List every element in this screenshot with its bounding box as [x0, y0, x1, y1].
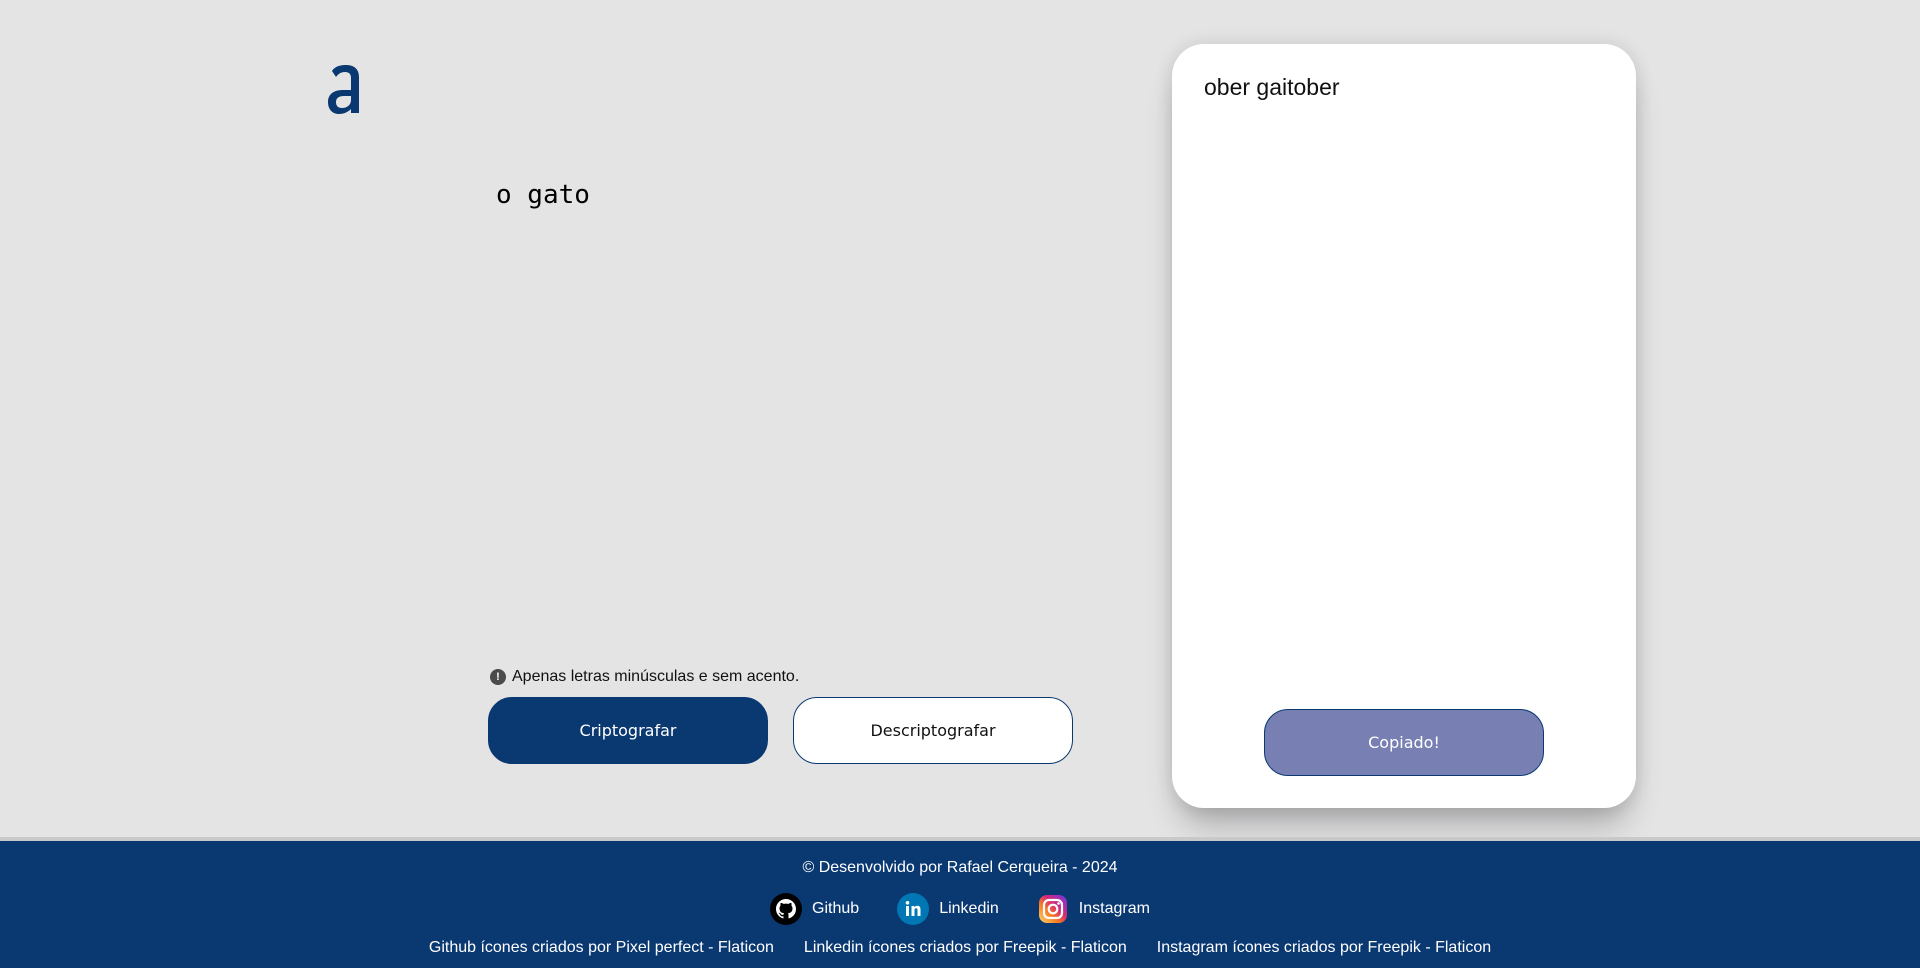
icon-attributions: Github ícones criados por Pixel perfect … [0, 939, 1920, 957]
decrypt-button[interactable]: Descriptografar [793, 697, 1073, 764]
github-icon [770, 893, 803, 925]
logo-a-icon [328, 65, 359, 114]
copy-button[interactable]: Copiado! [1264, 709, 1544, 776]
github-label: Github [812, 900, 860, 917]
output-text: ober gaitober [1204, 74, 1340, 100]
linkedin-attribution-link[interactable]: Linkedin ícones criados por Freepik - Fl… [804, 939, 1127, 957]
footer: © Desenvolvido por Rafael Cerqueira - 20… [0, 837, 1920, 968]
social-links: Github Linkedin Instagram [0, 893, 1920, 925]
input-hint: ! Apenas letras minúsculas e sem acento. [490, 668, 799, 686]
encrypt-button-label: Criptografar [579, 721, 677, 740]
info-icon: ! [490, 669, 506, 685]
github-attribution-link[interactable]: Github ícones criados por Pixel perfect … [429, 939, 774, 957]
linkedin-label: Linkedin [939, 900, 999, 917]
github-link[interactable]: Github [770, 893, 859, 925]
output-card: ober gaitober Copiado! [1172, 44, 1636, 808]
linkedin-link[interactable]: Linkedin [897, 893, 999, 925]
encrypt-button[interactable]: Criptografar [488, 697, 768, 764]
decrypt-button-label: Descriptografar [870, 721, 996, 740]
instagram-label: Instagram [1078, 900, 1150, 917]
hint-text: Apenas letras minúsculas e sem acento. [512, 668, 800, 685]
instagram-link[interactable]: Instagram [1037, 893, 1150, 925]
instagram-icon [1037, 893, 1069, 925]
copy-button-label: Copiado! [1368, 733, 1440, 752]
text-input[interactable] [480, 170, 1070, 650]
instagram-attribution-link[interactable]: Instagram ícones criados por Freepik - F… [1157, 939, 1491, 957]
alura-logo [324, 58, 366, 120]
footer-credit: © Desenvolvido por Rafael Cerqueira - 20… [802, 859, 1118, 876]
linkedin-icon [897, 893, 930, 925]
